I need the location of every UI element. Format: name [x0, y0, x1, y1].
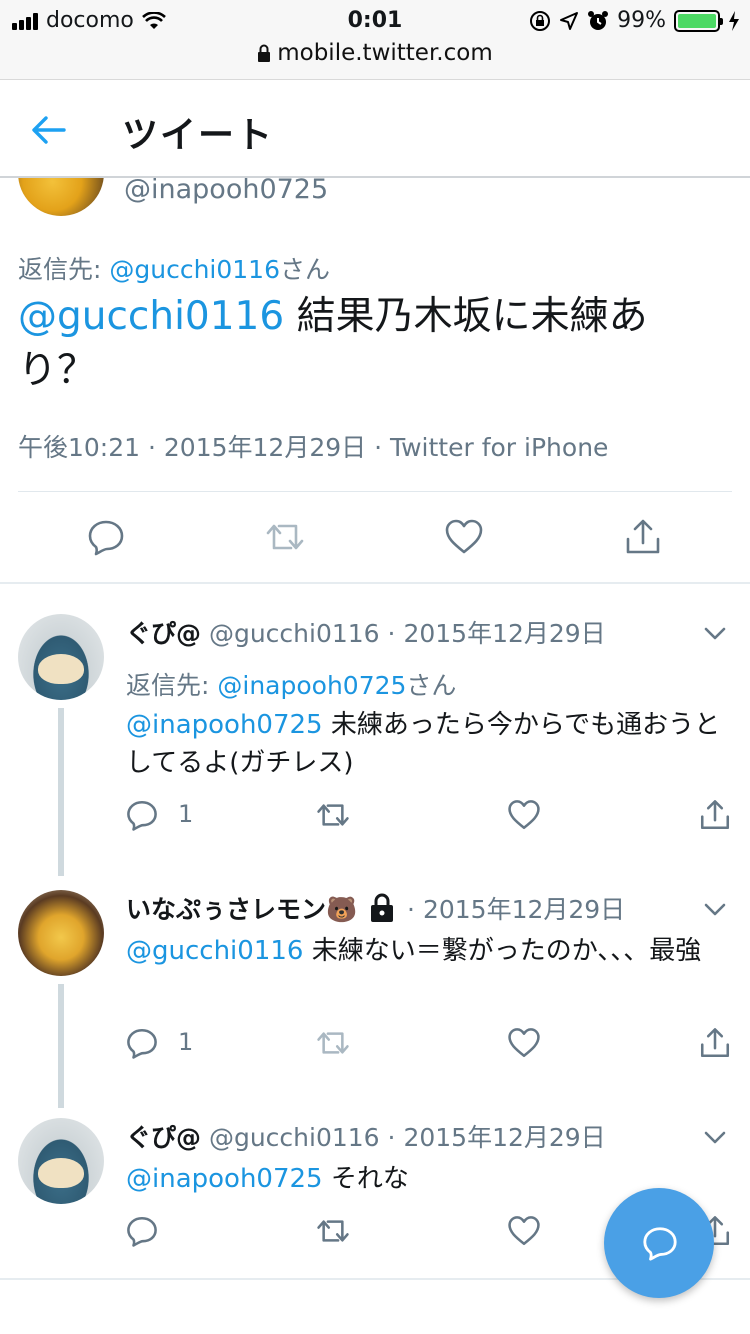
- reply-header: ぐぴ@ @gucchi0116 · 2015年12月29日: [126, 614, 606, 650]
- like-icon[interactable]: [444, 517, 484, 557]
- page-title: ツイート: [122, 115, 275, 156]
- section-divider: [0, 582, 750, 584]
- tweet-date: · 2015年12月29日: [407, 895, 626, 924]
- reply-to-suffix: さん: [280, 255, 331, 284]
- mention-link[interactable]: @inapooh0725: [126, 1164, 323, 1194]
- tweet-body: 未練ない＝繋がったのか、、、最強: [303, 936, 702, 966]
- user-handle[interactable]: @gucchi0116: [209, 1123, 380, 1152]
- share-icon[interactable]: [698, 1026, 732, 1060]
- back-arrow-icon[interactable]: [28, 110, 68, 150]
- display-name[interactable]: いなぷぅさレモン🐻: [126, 895, 357, 924]
- like-icon[interactable]: [507, 1026, 541, 1060]
- reply-bubble-icon: [643, 1227, 677, 1261]
- retweet-icon[interactable]: [265, 517, 305, 557]
- orientation-lock-icon: [530, 10, 551, 31]
- reply-to-prefix: 返信先:: [18, 255, 110, 284]
- reply-count: 1: [178, 1028, 194, 1056]
- retweet-icon[interactable]: [316, 1026, 350, 1060]
- mention-link[interactable]: @gucchi0116: [18, 294, 284, 339]
- reply-icon[interactable]: [86, 517, 126, 557]
- retweet-icon[interactable]: [316, 1214, 350, 1248]
- share-icon[interactable]: [698, 798, 732, 832]
- alarm-icon: [588, 10, 609, 30]
- reply-icon[interactable]: [125, 1026, 159, 1060]
- tweet-text: @gucchi0116 結果乃木坂に未練あり？: [18, 290, 708, 398]
- thread-line: [58, 708, 64, 876]
- location-icon: [560, 11, 579, 30]
- reply-to-line: 返信先: @gucchi0116さん: [18, 250, 330, 286]
- chevron-down-icon[interactable]: [702, 896, 728, 922]
- display-name[interactable]: ぐぴ@: [126, 619, 201, 648]
- avatar[interactable]: [18, 890, 104, 976]
- tweet-text: @gucchi0116 未練ない＝繋がったのか、、、最強: [126, 932, 726, 970]
- tweet-meta: 午後10:21 · 2015年12月29日 · Twitter for iPho…: [18, 433, 609, 462]
- url-text: mobile.twitter.com: [277, 40, 493, 66]
- status-bar: docomo 0:01 99% mobile.twitter.com: [0, 0, 750, 80]
- like-icon[interactable]: [507, 798, 541, 832]
- mention-link[interactable]: @inapooh0725: [126, 710, 323, 740]
- lock-icon: [258, 44, 271, 62]
- reply-icon[interactable]: [125, 1214, 159, 1248]
- charging-icon: [729, 10, 739, 31]
- address-bar[interactable]: mobile.twitter.com: [0, 40, 750, 66]
- battery-icon: [674, 9, 723, 32]
- avatar[interactable]: [18, 614, 104, 700]
- chevron-down-icon[interactable]: [702, 620, 728, 646]
- reply-header: ぐぴ@ @gucchi0116 · 2015年12月29日: [126, 1118, 606, 1154]
- user-handle[interactable]: @gucchi0116: [209, 619, 380, 648]
- reply-to-user-link[interactable]: @inapooh0725: [217, 671, 406, 700]
- reply-to-line: 返信先: @inapooh0725さん: [126, 666, 456, 702]
- tweet-body: それな: [322, 1164, 409, 1194]
- reply-to-user-link[interactable]: @gucchi0116: [109, 255, 280, 284]
- author-handle[interactable]: @inapooh0725: [124, 174, 328, 205]
- reply-header: いなぷぅさレモン🐻 · 2015年12月29日: [126, 890, 625, 926]
- tweet-text: @inapooh0725 未練あったら今からでも通おうとしてるよ(ガチレス): [126, 706, 726, 782]
- display-name[interactable]: ぐぴ@: [126, 1123, 201, 1152]
- thread-line: [58, 984, 64, 1108]
- page-header: ツイート: [0, 80, 750, 178]
- tweet-date: · 2015年12月29日: [387, 619, 606, 648]
- avatar[interactable]: [18, 1118, 104, 1204]
- protected-lock-icon: [371, 893, 394, 922]
- retweet-icon[interactable]: [316, 798, 350, 832]
- share-icon[interactable]: [623, 517, 663, 557]
- tweet-date: · 2015年12月29日: [387, 1123, 606, 1152]
- mention-link[interactable]: @gucchi0116: [126, 936, 303, 966]
- reply-count: 1: [178, 800, 194, 828]
- divider: [18, 491, 732, 492]
- battery-percent: 99%: [617, 8, 666, 33]
- like-icon[interactable]: [507, 1214, 541, 1248]
- chevron-down-icon[interactable]: [702, 1124, 728, 1150]
- reply-to-prefix: 返信先:: [126, 671, 218, 700]
- compose-reply-button[interactable]: [604, 1188, 714, 1298]
- reply-icon[interactable]: [125, 798, 159, 832]
- reply-to-suffix: さん: [406, 671, 457, 700]
